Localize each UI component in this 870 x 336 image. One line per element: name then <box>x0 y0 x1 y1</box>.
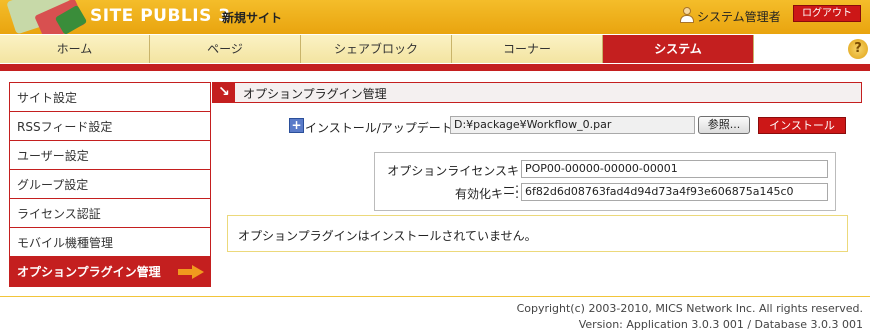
app-header: SITE PUBLIS 3 新規サイト システム管理者 ログアウト <box>0 0 870 34</box>
status-message: オプションプラグインはインストールされていません。 <box>238 229 537 243</box>
sidebar-item-label: ライセンス認証 <box>17 207 101 221</box>
sidebar-item-label: サイト設定 <box>17 91 78 105</box>
site-name: 新規サイト <box>222 11 283 25</box>
tab-system[interactable]: システム <box>603 35 754 63</box>
sidebar-item-label: グループ設定 <box>17 178 89 192</box>
copyright-text: Copyright(c) 2003-2010, MICS Network Inc… <box>516 302 863 315</box>
sidebar-item-option-plugins[interactable]: オプションプラグイン管理 <box>10 257 210 286</box>
sidebar-item-users[interactable]: ユーザー設定 <box>10 141 210 170</box>
activation-key-field[interactable]: 6f82d6d08763fad4d94d73a4f93e606875a145c0 <box>521 183 828 201</box>
page-title: オプションプラグイン管理 <box>243 87 387 101</box>
page-title-bar: ↘ オプションプラグイン管理 <box>212 82 862 103</box>
tab-page[interactable]: ページ <box>150 35 301 63</box>
help-icon[interactable]: ? <box>848 39 868 59</box>
sidebar-item-license[interactable]: ライセンス認証 <box>10 199 210 228</box>
sidebar-item-rss-feed[interactable]: RSSフィード設定 <box>10 112 210 141</box>
version-text: Version: Application 3.0.3 001 / Databas… <box>578 318 863 331</box>
plugin-file-input[interactable]: D:¥package¥Workflow_0.par <box>450 116 695 134</box>
sidebar-item-label: ユーザー設定 <box>17 149 89 163</box>
footer-divider <box>0 296 870 297</box>
plus-doc-icon: + <box>289 118 304 133</box>
sidebar: サイト設定 RSSフィード設定 ユーザー設定 グループ設定 ライセンス認証 モバ… <box>9 82 211 287</box>
sidebar-item-label: オプションプラグイン管理 <box>17 265 161 279</box>
sidebar-item-groups[interactable]: グループ設定 <box>10 170 210 199</box>
user-name: システム管理者 <box>697 10 781 24</box>
sidebar-item-label: モバイル機種管理 <box>17 236 114 250</box>
license-key-field[interactable]: POP00-00000-00000-00001 <box>521 160 828 178</box>
install-button[interactable]: インストール <box>758 117 846 134</box>
sidebar-item-mobile-devices[interactable]: モバイル機種管理 <box>10 228 210 257</box>
activation-key-label: 有効化キー: <box>454 187 519 201</box>
nav-underline <box>0 64 870 71</box>
browse-button[interactable]: 参照... <box>698 116 750 134</box>
arrow-down-right-icon: ↘ <box>213 83 235 102</box>
arrow-right-icon <box>178 265 204 279</box>
sidebar-item-site-settings[interactable]: サイト設定 <box>10 83 210 112</box>
status-message-box: オプションプラグインはインストールされていません。 <box>227 215 848 252</box>
logout-button[interactable]: ログアウト <box>793 5 861 22</box>
main-nav: ホーム ページ シェアブロック コーナー システム ? <box>0 34 870 64</box>
logo-graphic <box>0 0 88 34</box>
sidebar-item-label: RSSフィード設定 <box>17 120 113 134</box>
license-box: オプションライセンスキー: POP00-00000-00000-00001 有効… <box>374 152 836 211</box>
tab-corner[interactable]: コーナー <box>452 35 603 63</box>
install-label: インストール/アップデート <box>305 121 453 135</box>
app-logo-text: SITE PUBLIS 3 <box>90 6 231 26</box>
tab-home[interactable]: ホーム <box>0 35 150 63</box>
user-icon <box>680 7 694 23</box>
tab-share-block[interactable]: シェアブロック <box>301 35 452 63</box>
